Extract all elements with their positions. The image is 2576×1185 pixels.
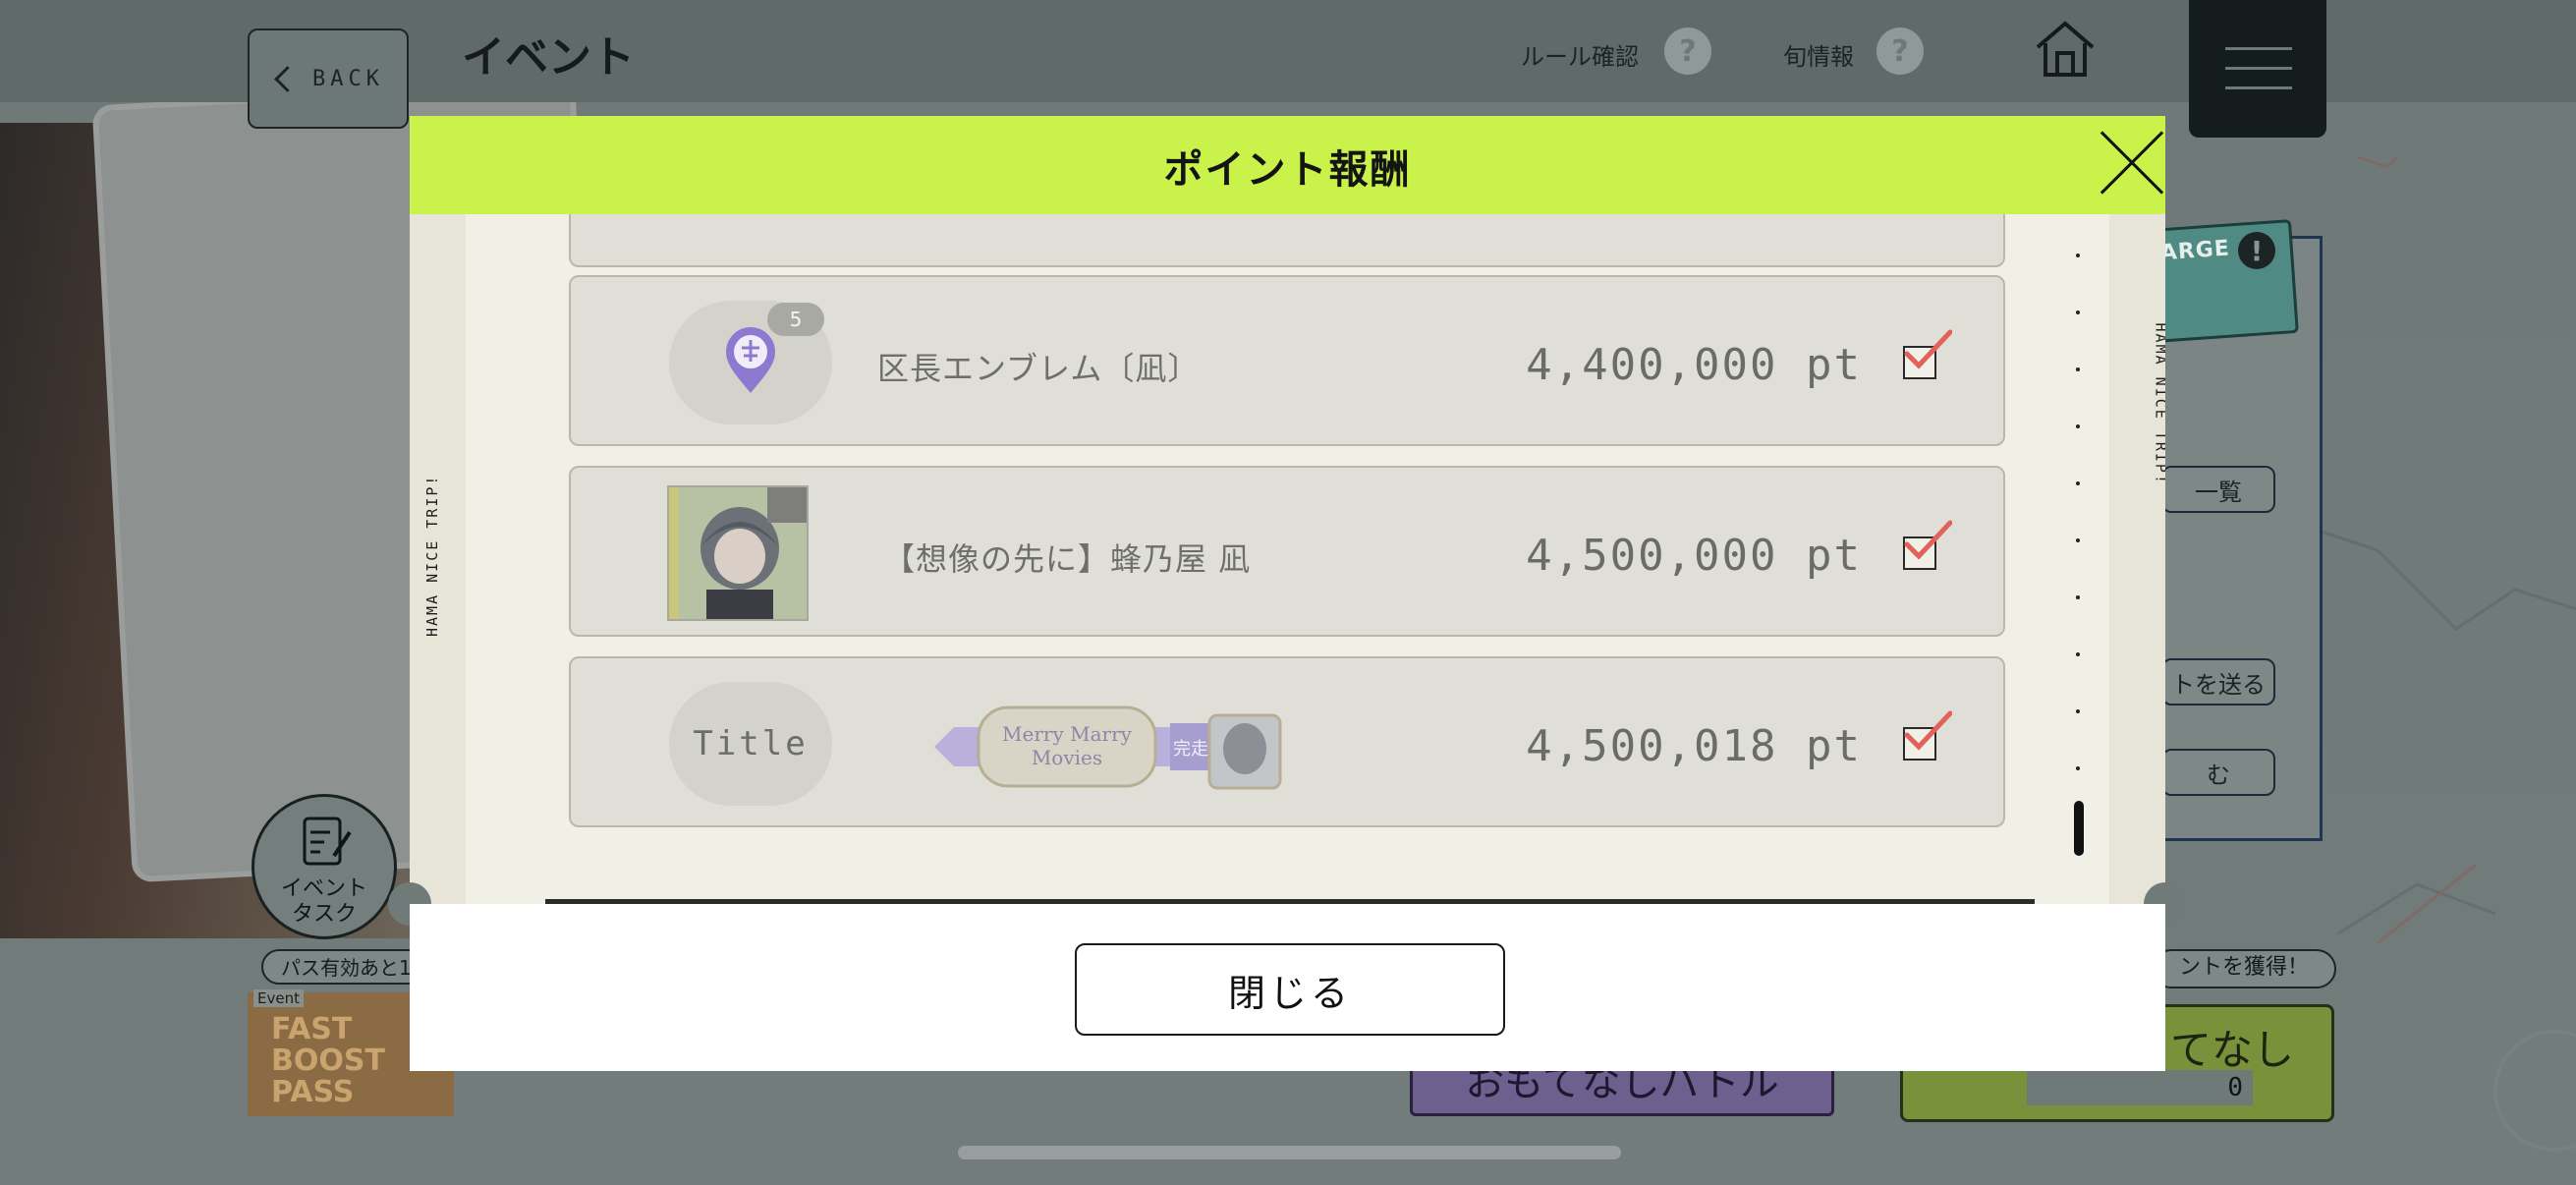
scroll-dot [2076, 367, 2080, 371]
check-icon [1904, 710, 1952, 751]
alert-icon: ! [2238, 232, 2275, 269]
menu-line [2225, 86, 2292, 89]
reward-row: 【想像の先に】蜂乃屋 凪 4,500,000 pt [569, 466, 2005, 637]
card-type-icon [767, 487, 807, 523]
reward-row: 5 区長エンブレム〔凪〕 4,400,000 pt [569, 275, 2005, 446]
check-icon [1904, 520, 1952, 560]
news-help-icon[interactable]: ? [1876, 28, 1924, 75]
news-link[interactable]: 旬情報 [1783, 37, 1854, 72]
panel-action-button[interactable]: む [2161, 749, 2275, 796]
scroll-dot [2076, 481, 2080, 485]
title-banner-image: Merry Marry Movies 完走 [934, 705, 1282, 790]
chevron-left-icon [274, 65, 301, 92]
hamburger-menu-button[interactable] [2189, 0, 2326, 138]
scroll-dot [2076, 595, 2080, 599]
reward-count-badge: 5 [767, 303, 824, 336]
scrollbar[interactable] [2074, 214, 2084, 904]
scroll-dot [2076, 652, 2080, 656]
scroll-thumb[interactable] [2074, 801, 2084, 856]
reward-row: Title Merry Marry Movies 完走 4,500,018 pt [569, 656, 2005, 827]
back-label: BACK [312, 66, 384, 91]
point-reward-modal: ポイント報酬 HAMA NICE TRIP! HAMA NICE TRIP! 5… [388, 116, 2187, 1071]
task-list-icon [303, 817, 352, 866]
scroll-dot [2076, 310, 2080, 314]
charge-badge[interactable]: ARGE [2148, 219, 2299, 343]
menu-line [2225, 47, 2292, 50]
reward-name: 【想像の先に】蜂乃屋 凪 [883, 540, 1252, 578]
reward-points: 4,500,000 pt [1526, 531, 1862, 581]
menu-line [2225, 67, 2292, 70]
page-title: イベント [462, 32, 635, 83]
reward-list[interactable]: 5 区長エンブレム〔凪〕 4,400,000 pt 【想像の先に】蜂乃屋 凪 4… [410, 214, 2165, 904]
rules-link[interactable]: ルール確認 [1521, 37, 1639, 72]
banner-text: Merry Marry [1002, 722, 1133, 746]
modal-header: ポイント報酬 [410, 116, 2165, 214]
point-get-pill: ントを獲得！ [2152, 949, 2336, 988]
scroll-dot [2076, 254, 2080, 257]
home-icon[interactable] [2034, 20, 2097, 79]
reward-name: 区長エンブレム〔凪〕 [877, 350, 1201, 387]
panel-list-button[interactable]: 一覧 [2161, 466, 2275, 513]
svg-text:完走: 完走 [1173, 739, 1208, 760]
panel-send-button[interactable]: トを送る [2161, 658, 2275, 705]
rules-help-icon[interactable]: ? [1664, 28, 1711, 75]
reward-points: 4,500,018 pt [1526, 721, 1862, 771]
reward-points: 4,400,000 pt [1526, 340, 1862, 390]
scroll-dot [2076, 766, 2080, 770]
svg-text:Movies: Movies [1032, 746, 1102, 769]
modal-title: ポイント報酬 [1163, 147, 1412, 193]
scroll-dot [2076, 709, 2080, 713]
event-task-label-2: タスク [291, 902, 357, 927]
close-button[interactable]: 閉じる [1075, 943, 1505, 1036]
close-icon[interactable] [2095, 128, 2165, 198]
reward-type-label: Title [669, 682, 832, 806]
omotenashi-label: てなし [2169, 1026, 2294, 1074]
modal-footer: 閉じる [410, 904, 2165, 1071]
pass-status-pill: パス有効あと1 [261, 949, 428, 985]
event-task-button[interactable]: イベント タスク [252, 794, 397, 939]
fastpass-event-label: Event [253, 989, 304, 1007]
modal-body: HAMA NICE TRIP! HAMA NICE TRIP! 5 区長エンブレ… [410, 214, 2165, 904]
home-indicator[interactable] [958, 1146, 1621, 1159]
item-counter: 0 [2027, 1070, 2253, 1105]
reward-row [569, 214, 2005, 267]
scroll-dot [2076, 424, 2080, 428]
event-task-label-1: イベント [280, 876, 367, 901]
back-button[interactable]: BACK [248, 28, 409, 129]
check-icon [1904, 329, 1952, 369]
scroll-dot [2076, 538, 2080, 542]
